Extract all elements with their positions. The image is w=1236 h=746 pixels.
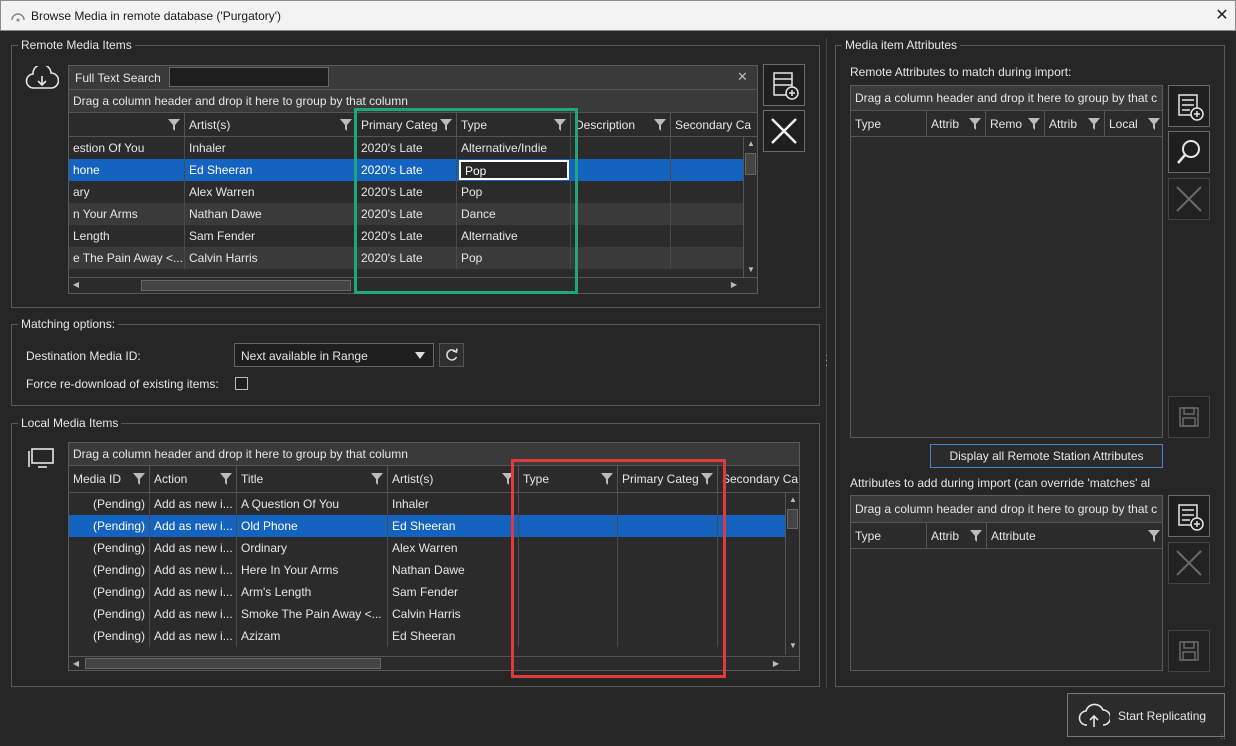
search-attribute-button[interactable]	[1168, 131, 1210, 173]
window-title: Browse Media in remote database ('Purgat…	[31, 9, 282, 23]
scroll-thumb[interactable]	[745, 153, 756, 175]
splitter-grip-icon[interactable]: · · ·	[824, 351, 829, 371]
close-window-button[interactable]: ✕	[1212, 6, 1232, 26]
remote-attributes-label: Remote Attributes to match during import…	[850, 65, 1072, 79]
add-attributes-header-row: Type Attrib Attribute	[851, 523, 1162, 549]
col-header-artist[interactable]: Artist(s)	[388, 466, 519, 493]
display-all-attributes-button[interactable]: Display all Remote Station Attributes	[930, 444, 1163, 468]
add-import-attribute-button[interactable]	[1168, 495, 1210, 537]
cloud-upload-icon	[1078, 703, 1110, 727]
remote-attributes-group-panel[interactable]: Drag a column header and drop it here to…	[851, 86, 1162, 111]
col-header-action[interactable]: Action	[150, 466, 237, 493]
filter-icon[interactable]	[1148, 118, 1160, 130]
destination-id-select[interactable]: Next available in Range	[234, 343, 434, 367]
remove-import-attribute-button[interactable]	[1168, 542, 1210, 584]
remote-attributes-grid: Drag a column header and drop it here to…	[850, 85, 1163, 438]
filter-icon[interactable]	[371, 473, 383, 485]
refresh-icon	[446, 348, 458, 361]
search-label: Full Text Search	[75, 71, 161, 85]
col-header-attrib-2[interactable]: Attrib	[1045, 111, 1105, 137]
col-header-local[interactable]: Local	[1105, 111, 1162, 137]
destination-id-label: Destination Media ID:	[26, 349, 141, 363]
search-icon	[1177, 140, 1200, 164]
add-item-button[interactable]	[763, 64, 805, 106]
add-attributes-grid: Drag a column header and drop it here to…	[850, 495, 1163, 671]
col-header-secondary-category[interactable]: Secondary Ca	[718, 466, 799, 493]
col-header-attrib[interactable]: Attrib	[927, 523, 987, 549]
filter-icon[interactable]	[1088, 118, 1100, 130]
add-attributes-group-panel[interactable]: Drag a column header and drop it here to…	[851, 496, 1162, 523]
scroll-left-icon[interactable]: ◀	[69, 657, 83, 670]
remove-item-button[interactable]	[763, 110, 805, 152]
filter-icon[interactable]	[340, 119, 352, 131]
full-text-search-input[interactable]	[169, 67, 329, 87]
remote-vertical-scrollbar[interactable]: ▲ ▼	[743, 137, 757, 279]
filter-icon[interactable]	[1028, 118, 1040, 130]
clear-search-icon[interactable]: ✕	[737, 69, 748, 85]
scroll-right-icon[interactable]: ▶	[727, 278, 741, 292]
scroll-right-icon[interactable]: ▶	[769, 657, 783, 670]
cloud-download-icon	[25, 66, 59, 89]
scroll-down-icon[interactable]: ▼	[744, 263, 757, 277]
col-header-title[interactable]	[69, 113, 185, 137]
monitor-icon	[28, 448, 54, 468]
filter-icon[interactable]	[970, 530, 982, 542]
chevron-down-icon	[415, 352, 425, 359]
add-list-icon	[1178, 94, 1204, 121]
save-import-attributes-button[interactable]	[1168, 630, 1210, 672]
col-header-attrib[interactable]: Attrib	[927, 111, 986, 137]
scroll-thumb[interactable]	[141, 280, 351, 291]
start-replicating-button[interactable]: Start Replicating	[1067, 693, 1225, 737]
remote-attributes-header-row: Type Attrib Remo Attrib Local	[851, 111, 1162, 137]
scroll-down-icon[interactable]: ▼	[786, 639, 799, 653]
destination-id-value: Next available in Range	[241, 349, 368, 363]
filter-icon[interactable]	[1148, 530, 1160, 542]
col-header-remote[interactable]: Remo	[986, 111, 1045, 137]
save-icon	[1179, 641, 1199, 661]
add-list-icon	[773, 72, 799, 100]
col-header-artist[interactable]: Artist(s)	[185, 113, 357, 137]
close-icon	[771, 118, 797, 144]
filter-icon[interactable]	[220, 473, 232, 485]
col-header-media-id[interactable]: Media ID	[69, 466, 150, 493]
close-icon	[1176, 550, 1202, 576]
scroll-up-icon[interactable]: ▲	[744, 137, 757, 151]
scroll-up-icon[interactable]: ▲	[786, 493, 799, 507]
resize-grip-icon[interactable]: ·· ··	[1220, 730, 1232, 744]
app-icon	[11, 13, 25, 22]
scroll-thumb[interactable]	[85, 658, 381, 669]
force-redownload-label: Force re-download of existing items:	[26, 377, 219, 391]
scroll-left-icon[interactable]: ◀	[69, 278, 83, 292]
col-header-title[interactable]: Title	[237, 466, 388, 493]
filter-icon[interactable]	[168, 119, 180, 131]
scroll-thumb[interactable]	[787, 509, 798, 529]
add-list-icon	[1178, 504, 1204, 531]
attributes-label: Media item Attributes	[842, 38, 961, 52]
col-header-type[interactable]: Type	[851, 111, 927, 137]
add-attributes-label: Attributes to add during import (can ove…	[850, 476, 1151, 490]
col-header-description[interactable]: Description	[571, 113, 671, 137]
matching-options-label: Matching options:	[18, 317, 119, 331]
filter-icon[interactable]	[133, 473, 145, 485]
start-replicating-label: Start Replicating	[1118, 709, 1207, 723]
local-media-label: Local Media Items	[18, 416, 122, 430]
filter-icon[interactable]	[654, 119, 666, 131]
title-bar: Browse Media in remote database ('Purgat…	[0, 0, 1236, 31]
remote-media-label: Remote Media Items	[18, 38, 135, 52]
save-remote-attributes-button[interactable]	[1168, 396, 1210, 438]
refresh-button[interactable]	[439, 343, 464, 367]
add-remote-attribute-button[interactable]	[1168, 85, 1210, 127]
local-vertical-scrollbar[interactable]: ▲ ▼	[785, 493, 799, 655]
col-header-attribute[interactable]: Attribute	[987, 523, 1162, 549]
highlight-box-red	[511, 459, 726, 678]
search-bar: Full Text Search ✕	[69, 66, 757, 90]
force-redownload-checkbox[interactable]	[235, 377, 248, 390]
remove-remote-attribute-button[interactable]	[1168, 178, 1210, 220]
col-header-secondary-category[interactable]: Secondary Ca	[671, 113, 757, 137]
highlight-box-green	[354, 108, 578, 294]
close-icon	[1176, 186, 1202, 212]
save-icon	[1179, 407, 1199, 427]
col-header-type[interactable]: Type	[851, 523, 927, 549]
filter-icon[interactable]	[969, 118, 981, 130]
